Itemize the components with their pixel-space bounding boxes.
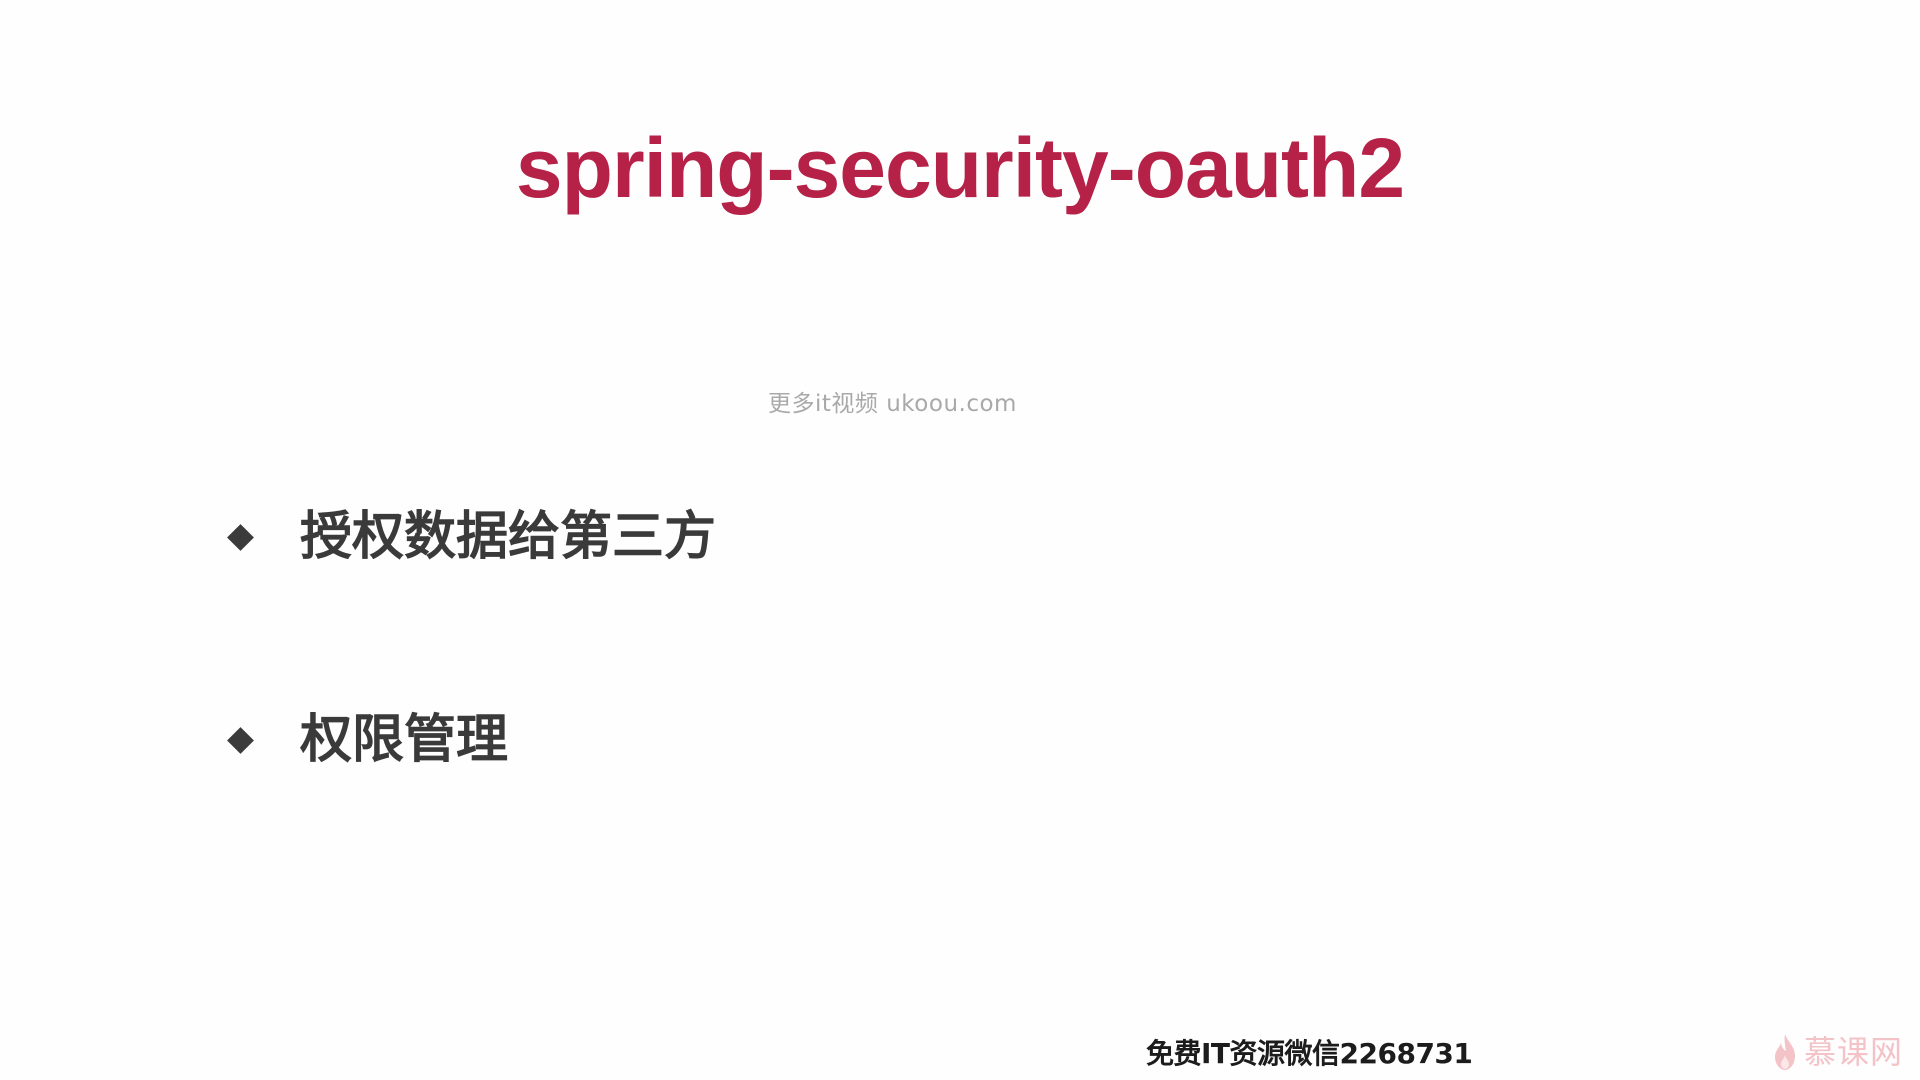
presentation-slide: spring-security-oauth2 更多it视频 ukoou.com … — [0, 0, 1920, 1080]
bullet-text: 授权数据给第三方 — [300, 507, 717, 567]
slide-title: spring-security-oauth2 — [515, 121, 1405, 215]
footer-text: 免费IT资源微信2268731 — [1146, 1037, 1473, 1070]
bullet-text: 权限管理 — [300, 710, 509, 770]
watermark-text: 更多it视频 ukoou.com — [768, 391, 1017, 417]
logo: 慕课网 — [1772, 1032, 1903, 1072]
bullet-item: 权限管理 — [222, 705, 508, 775]
diamond-bullet-icon — [227, 523, 254, 551]
logo-text: 慕课网 — [1804, 1033, 1904, 1071]
diamond-bullet-icon — [227, 726, 254, 754]
bullet-item: 授权数据给第三方 — [222, 502, 716, 572]
flame-icon — [1775, 1034, 1795, 1070]
